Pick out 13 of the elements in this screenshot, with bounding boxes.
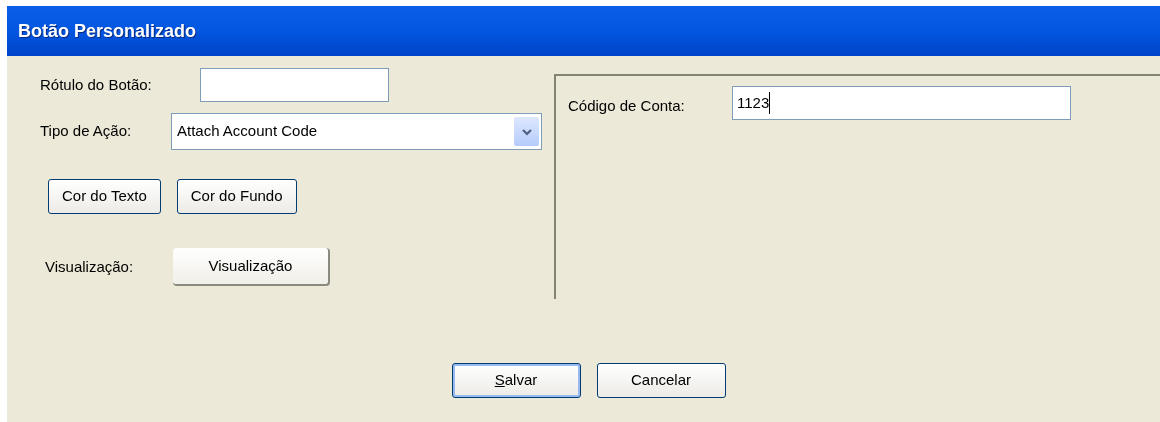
color-button[interactable]: Cor do Fundo: [176, 179, 297, 214]
color-button[interactable]: Cor do Texto: [48, 179, 161, 214]
dropdown[interactable]: Attach Account Code: [171, 113, 542, 150]
field-label: Código de Conta:: [568, 96, 686, 116]
text-field[interactable]: [200, 68, 389, 102]
dialog-button[interactable]: Cancelar: [596, 363, 726, 398]
dialog-button[interactable]: Salvar: [451, 363, 581, 398]
window-title: Botão Personalizado: [18, 19, 197, 43]
text-field[interactable]: 1123: [732, 86, 1071, 120]
field-label: Rótulo do Botão:: [40, 74, 153, 95]
field-label: Tipo de Ação:: [40, 121, 133, 142]
preview-button[interactable]: Visualização: [173, 248, 330, 286]
preview-label: Visualização:: [45, 256, 135, 277]
